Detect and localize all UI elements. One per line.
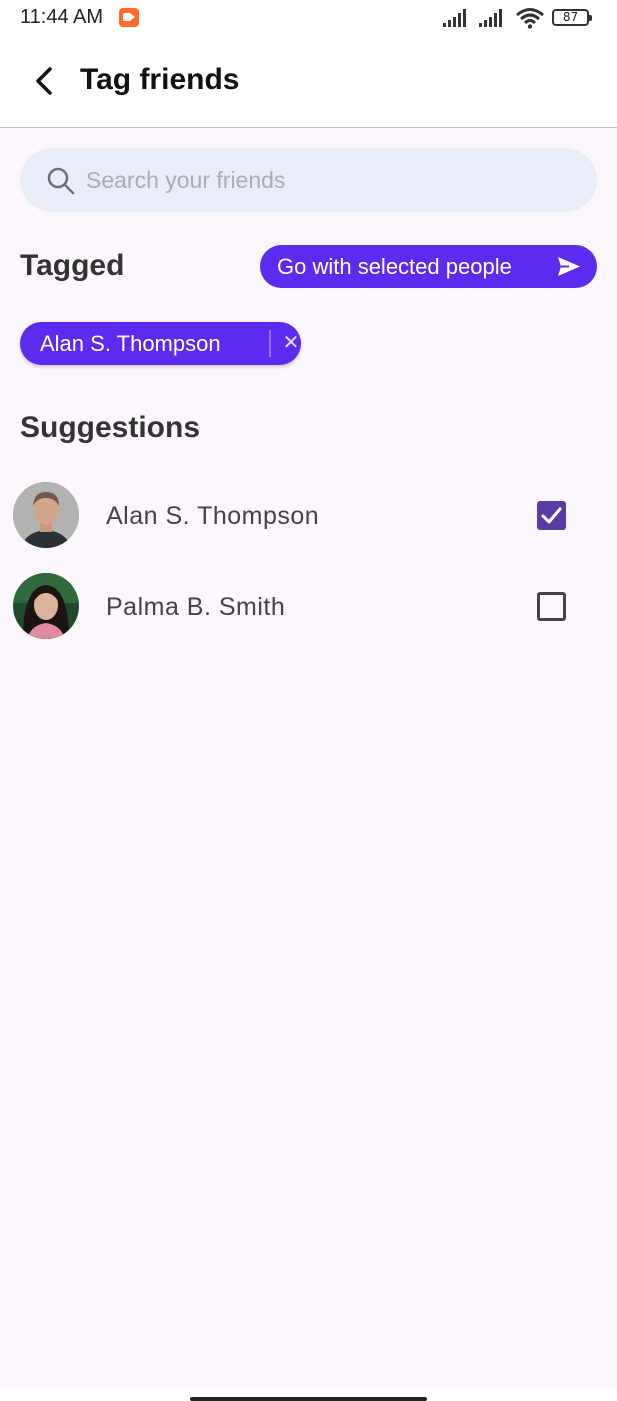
wifi-icon [516,8,544,29]
suggestion-name: Palma B. Smith [106,593,286,621]
check-icon [541,507,562,524]
avatar [13,573,79,639]
send-icon [558,257,580,276]
select-checkbox[interactable] [537,592,566,621]
signal-icon [443,9,466,27]
search-icon [47,167,75,195]
list-item[interactable]: Palma B. Smith [0,567,617,647]
record-icon [119,8,139,27]
app-header: Tag friends [0,38,617,128]
chip-divider [269,330,271,357]
search-input[interactable] [86,148,566,212]
list-item[interactable]: Alan S. Thompson [0,476,617,556]
close-icon[interactable]: ✕ [278,330,304,357]
avatar [13,482,79,548]
tagged-chip[interactable]: Alan S. Thompson ✕ [20,322,301,365]
tagged-chip-label: Alan S. Thompson [40,331,221,356]
status-bar: 11:44 AM 87 [0,0,617,38]
go-with-selected-label: Go with selected people [277,253,512,279]
search-bar[interactable] [20,148,597,212]
suggestions-title: Suggestions [20,411,201,444]
status-time: 11:44 AM [20,6,104,28]
battery-icon: 87 [552,9,592,26]
go-with-selected-button[interactable]: Go with selected people [260,245,597,288]
suggestion-name: Alan S. Thompson [106,502,320,530]
page-title: Tag friends [80,63,240,96]
tagged-title: Tagged [20,249,125,282]
back-arrow-icon[interactable] [30,64,60,98]
signal-icon [479,9,502,27]
select-checkbox[interactable] [537,501,566,530]
home-indicator[interactable] [190,1397,427,1401]
